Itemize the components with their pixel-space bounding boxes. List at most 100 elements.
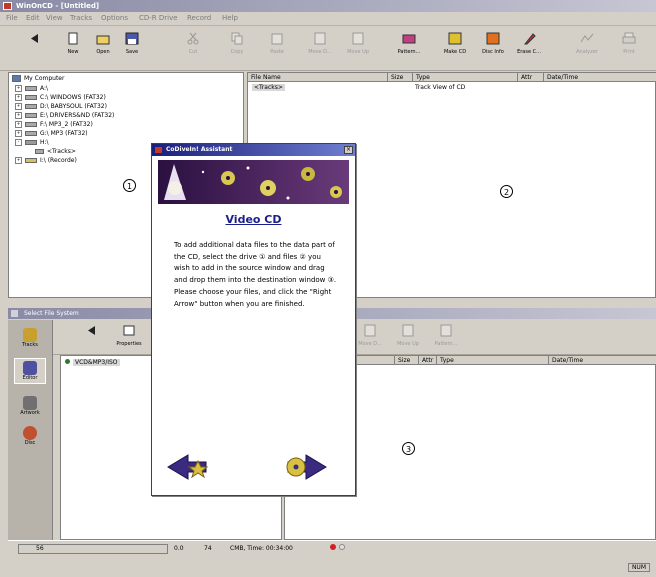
- app-icon: [3, 2, 12, 10]
- menu-record[interactable]: Record: [187, 14, 211, 22]
- erase-cd-button[interactable]: Erase C...: [514, 32, 544, 68]
- move-up-icon: [402, 324, 414, 337]
- move-down-button[interactable]: Move D...: [305, 32, 335, 68]
- disc-info-label: Disc Info: [482, 49, 504, 55]
- tree-item-i[interactable]: + I:\ (Recorde): [15, 157, 77, 164]
- printer-icon: [622, 32, 636, 44]
- paste-button[interactable]: Paste: [262, 32, 292, 68]
- wizard-banner: [158, 160, 349, 204]
- make-cd-button[interactable]: Make CD: [440, 32, 470, 68]
- title-bar: WinOnCD - [Untitled]: [0, 0, 656, 12]
- menu-options[interactable]: Options: [101, 14, 128, 22]
- tree-item-h[interactable]: - H:\: [15, 139, 49, 146]
- cd-root-icon: [65, 359, 70, 364]
- arrow-left-icon: [31, 34, 38, 43]
- expand-icon[interactable]: +: [15, 121, 22, 128]
- file-row-name[interactable]: <Tracks>: [252, 84, 285, 91]
- open-button[interactable]: Open: [88, 32, 118, 68]
- tracks-mode-button[interactable]: Tracks: [14, 328, 46, 348]
- artwork-mode-button[interactable]: Artwork: [14, 396, 46, 416]
- expand-icon[interactable]: +: [15, 103, 22, 110]
- dialog-heading: Video CD: [225, 213, 282, 226]
- tree-item-tracks[interactable]: <Tracks>: [35, 148, 76, 155]
- main-toolbar: New Open Save Cut Copy Paste Move D... M…: [0, 26, 656, 71]
- menu-cdr-drive[interactable]: CD-R Drive: [139, 14, 178, 22]
- expand-icon[interactable]: +: [15, 85, 22, 92]
- status-left: 56: [36, 545, 44, 552]
- editor-mode-label: Editor: [22, 375, 38, 381]
- tree-item-a[interactable]: + A:\: [15, 85, 48, 92]
- dest-col-size[interactable]: Size: [395, 356, 419, 365]
- print-button[interactable]: Print: [614, 32, 644, 68]
- copy-label: Copy: [230, 49, 244, 55]
- analyzer-label: Analyzer: [576, 49, 598, 55]
- tree-item-d[interactable]: + D:\ BABYSOUL (FAT32): [15, 103, 107, 110]
- save-button[interactable]: Save: [117, 32, 147, 68]
- tracks-mode-label: Tracks: [22, 342, 38, 348]
- disc-mode-button[interactable]: Disc: [14, 426, 46, 446]
- tree-item-c[interactable]: + C:\ WINDOWS (FAT32): [15, 94, 106, 101]
- drive-icon: [25, 122, 37, 127]
- paste-icon: [271, 33, 283, 45]
- disc-info-button[interactable]: Disc Info: [478, 32, 508, 68]
- col-size[interactable]: Size: [388, 73, 413, 82]
- new-label: New: [67, 49, 79, 55]
- cut-button[interactable]: Cut: [178, 32, 208, 68]
- analyzer-icon: [580, 33, 594, 43]
- collapse-icon[interactable]: -: [15, 139, 22, 146]
- copy-button[interactable]: Copy: [222, 32, 252, 68]
- menu-help[interactable]: Help: [222, 14, 238, 22]
- dest-tree-item[interactable]: VCD&MP3/ISO: [65, 359, 120, 366]
- col-date[interactable]: Date/Time: [544, 73, 656, 82]
- tree-root-label: My Computer: [24, 75, 65, 82]
- right-arrow-button[interactable]: [284, 452, 328, 482]
- back-button[interactable]: [20, 32, 50, 68]
- expand-icon[interactable]: +: [15, 112, 22, 119]
- move-down-label: Move D...: [308, 49, 332, 55]
- analyzer-button[interactable]: Analyzer: [572, 32, 602, 68]
- tree-item-f[interactable]: + F:\ MP3_2 (FAT32): [15, 121, 93, 128]
- editor-pattern-label: Pattern...: [434, 341, 458, 347]
- dest-col-type[interactable]: Type: [437, 356, 549, 365]
- tree-item-label: <Tracks>: [47, 148, 76, 155]
- tree-root[interactable]: My Computer: [12, 75, 64, 82]
- close-icon[interactable]: ×: [344, 146, 353, 154]
- record-indicator-icon: [330, 544, 336, 550]
- scissors-icon: [187, 32, 199, 45]
- expand-icon[interactable]: +: [15, 94, 22, 101]
- tracks-mode-icon: [23, 328, 37, 342]
- marker-3: 3: [402, 442, 415, 455]
- dest-col-date[interactable]: Date/Time: [549, 356, 656, 365]
- assistant-dialog: CoDiveIn! Assistant × Video CD To add ad…: [151, 143, 356, 496]
- tree-item-g[interactable]: + G:\ MP3 (FAT32): [15, 130, 88, 137]
- wizard-face-icon: [168, 181, 182, 195]
- erase-cd-label: Erase C...: [517, 49, 541, 55]
- floppy-icon: [125, 32, 139, 45]
- tree-item-e[interactable]: + E:\ DRIVERS&ND (FAT32): [15, 112, 114, 119]
- col-attr[interactable]: Attr: [518, 73, 544, 82]
- new-button[interactable]: New: [58, 32, 88, 68]
- dialog-instructions: To add additional data files to the data…: [174, 241, 337, 308]
- back-arrow-button[interactable]: [166, 452, 210, 482]
- menu-file[interactable]: File: [6, 14, 18, 22]
- dialog-title: CoDiveIn! Assistant: [166, 146, 233, 153]
- paste-label: Paste: [270, 49, 284, 55]
- cut-label: Cut: [188, 49, 198, 55]
- expand-icon[interactable]: +: [15, 130, 22, 137]
- tree-item-label: D:\ BABYSOUL (FAT32): [40, 103, 107, 110]
- mode-sidebar: Tracks Editor Artwork Disc: [8, 320, 53, 540]
- menu-tracks[interactable]: Tracks: [70, 14, 92, 22]
- print-label: Print: [623, 49, 635, 55]
- menu-view[interactable]: View: [46, 14, 63, 22]
- window-title: WinOnCD - [Untitled]: [16, 2, 100, 10]
- dest-tree-label: VCD&MP3/ISO: [73, 359, 120, 366]
- editor-mode-button[interactable]: Editor: [14, 358, 46, 384]
- move-up-button[interactable]: Move Up: [343, 32, 373, 68]
- pattern-button[interactable]: Pattern...: [394, 32, 424, 68]
- col-file-name[interactable]: File Name: [248, 73, 388, 82]
- expand-icon[interactable]: +: [15, 157, 22, 164]
- col-type[interactable]: Type: [413, 73, 518, 82]
- dest-col-attr[interactable]: Attr: [419, 356, 437, 365]
- open-folder-icon: [96, 35, 110, 45]
- menu-edit[interactable]: Edit: [26, 14, 40, 22]
